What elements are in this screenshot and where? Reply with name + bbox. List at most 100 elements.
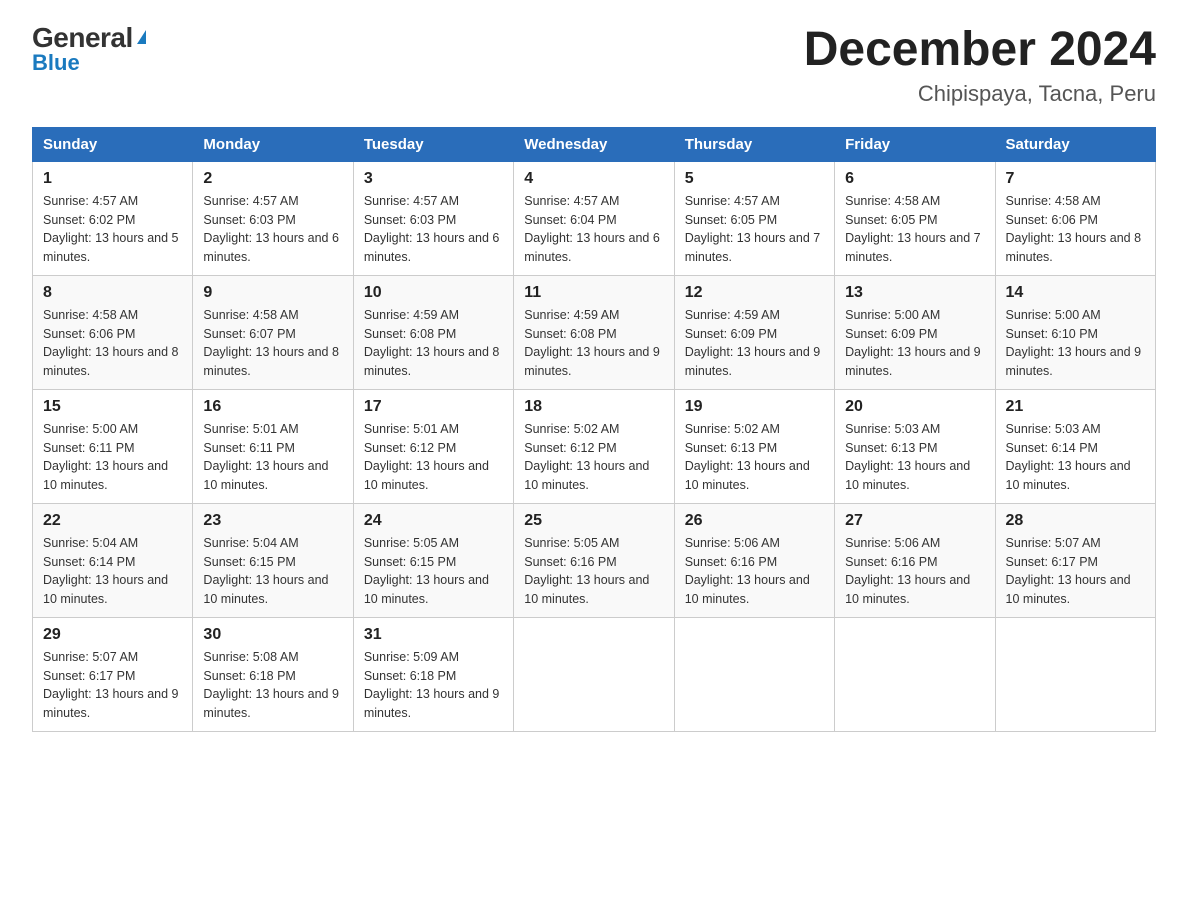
day-number: 2 [203,170,342,188]
table-row: 10 Sunrise: 4:59 AMSunset: 6:08 PMDaylig… [353,275,513,389]
day-info: Sunrise: 5:06 AMSunset: 6:16 PMDaylight:… [845,534,984,609]
day-info: Sunrise: 4:58 AMSunset: 6:06 PMDaylight:… [1006,192,1145,267]
table-row: 30 Sunrise: 5:08 AMSunset: 6:18 PMDaylig… [193,617,353,731]
day-number: 15 [43,398,182,416]
day-number: 14 [1006,284,1145,302]
day-info: Sunrise: 5:00 AMSunset: 6:10 PMDaylight:… [1006,306,1145,381]
calendar-week-row: 29 Sunrise: 5:07 AMSunset: 6:17 PMDaylig… [33,617,1156,731]
day-number: 23 [203,512,342,530]
table-row: 1 Sunrise: 4:57 AMSunset: 6:02 PMDayligh… [33,161,193,275]
day-number: 17 [364,398,503,416]
table-row: 3 Sunrise: 4:57 AMSunset: 6:03 PMDayligh… [353,161,513,275]
table-row: 14 Sunrise: 5:00 AMSunset: 6:10 PMDaylig… [995,275,1155,389]
day-number: 31 [364,626,503,644]
day-info: Sunrise: 5:01 AMSunset: 6:11 PMDaylight:… [203,420,342,495]
day-info: Sunrise: 5:07 AMSunset: 6:17 PMDaylight:… [1006,534,1145,609]
table-row: 4 Sunrise: 4:57 AMSunset: 6:04 PMDayligh… [514,161,674,275]
day-number: 13 [845,284,984,302]
col-friday: Friday [835,127,995,161]
day-number: 19 [685,398,824,416]
table-row [995,617,1155,731]
day-info: Sunrise: 5:07 AMSunset: 6:17 PMDaylight:… [43,648,182,723]
col-tuesday: Tuesday [353,127,513,161]
day-info: Sunrise: 4:57 AMSunset: 6:03 PMDaylight:… [364,192,503,267]
calendar-week-row: 1 Sunrise: 4:57 AMSunset: 6:02 PMDayligh… [33,161,1156,275]
table-row: 27 Sunrise: 5:06 AMSunset: 6:16 PMDaylig… [835,503,995,617]
table-row: 15 Sunrise: 5:00 AMSunset: 6:11 PMDaylig… [33,389,193,503]
day-info: Sunrise: 4:57 AMSunset: 6:03 PMDaylight:… [203,192,342,267]
table-row [674,617,834,731]
table-row: 23 Sunrise: 5:04 AMSunset: 6:15 PMDaylig… [193,503,353,617]
table-row: 29 Sunrise: 5:07 AMSunset: 6:17 PMDaylig… [33,617,193,731]
table-row: 8 Sunrise: 4:58 AMSunset: 6:06 PMDayligh… [33,275,193,389]
day-number: 7 [1006,170,1145,188]
day-number: 4 [524,170,663,188]
day-info: Sunrise: 5:03 AMSunset: 6:13 PMDaylight:… [845,420,984,495]
day-info: Sunrise: 4:58 AMSunset: 6:05 PMDaylight:… [845,192,984,267]
table-row: 11 Sunrise: 4:59 AMSunset: 6:08 PMDaylig… [514,275,674,389]
day-number: 29 [43,626,182,644]
day-number: 22 [43,512,182,530]
table-row: 20 Sunrise: 5:03 AMSunset: 6:13 PMDaylig… [835,389,995,503]
calendar-table: Sunday Monday Tuesday Wednesday Thursday… [32,127,1156,732]
table-row: 17 Sunrise: 5:01 AMSunset: 6:12 PMDaylig… [353,389,513,503]
day-info: Sunrise: 5:02 AMSunset: 6:12 PMDaylight:… [524,420,663,495]
location-title: Chipispaya, Tacna, Peru [804,81,1156,107]
logo-general-text: General [32,24,146,52]
day-info: Sunrise: 5:00 AMSunset: 6:11 PMDaylight:… [43,420,182,495]
day-number: 9 [203,284,342,302]
day-number: 12 [685,284,824,302]
col-monday: Monday [193,127,353,161]
day-info: Sunrise: 4:57 AMSunset: 6:05 PMDaylight:… [685,192,824,267]
table-row: 24 Sunrise: 5:05 AMSunset: 6:15 PMDaylig… [353,503,513,617]
day-info: Sunrise: 5:05 AMSunset: 6:16 PMDaylight:… [524,534,663,609]
day-number: 6 [845,170,984,188]
table-row: 22 Sunrise: 5:04 AMSunset: 6:14 PMDaylig… [33,503,193,617]
table-row: 26 Sunrise: 5:06 AMSunset: 6:16 PMDaylig… [674,503,834,617]
day-number: 3 [364,170,503,188]
day-number: 24 [364,512,503,530]
col-thursday: Thursday [674,127,834,161]
table-row: 2 Sunrise: 4:57 AMSunset: 6:03 PMDayligh… [193,161,353,275]
day-number: 25 [524,512,663,530]
logo: General Blue [32,24,146,76]
month-title: December 2024 [804,24,1156,77]
table-row: 28 Sunrise: 5:07 AMSunset: 6:17 PMDaylig… [995,503,1155,617]
day-info: Sunrise: 5:08 AMSunset: 6:18 PMDaylight:… [203,648,342,723]
table-row [835,617,995,731]
day-info: Sunrise: 4:59 AMSunset: 6:09 PMDaylight:… [685,306,824,381]
table-row: 31 Sunrise: 5:09 AMSunset: 6:18 PMDaylig… [353,617,513,731]
day-info: Sunrise: 4:59 AMSunset: 6:08 PMDaylight:… [364,306,503,381]
day-number: 10 [364,284,503,302]
table-row: 21 Sunrise: 5:03 AMSunset: 6:14 PMDaylig… [995,389,1155,503]
day-number: 16 [203,398,342,416]
day-number: 8 [43,284,182,302]
day-info: Sunrise: 5:02 AMSunset: 6:13 PMDaylight:… [685,420,824,495]
day-number: 1 [43,170,182,188]
table-row: 9 Sunrise: 4:58 AMSunset: 6:07 PMDayligh… [193,275,353,389]
table-row [514,617,674,731]
page-header: General Blue December 2024 Chipispaya, T… [32,24,1156,107]
table-row: 12 Sunrise: 4:59 AMSunset: 6:09 PMDaylig… [674,275,834,389]
table-row: 19 Sunrise: 5:02 AMSunset: 6:13 PMDaylig… [674,389,834,503]
day-info: Sunrise: 5:09 AMSunset: 6:18 PMDaylight:… [364,648,503,723]
table-row: 13 Sunrise: 5:00 AMSunset: 6:09 PMDaylig… [835,275,995,389]
table-row: 16 Sunrise: 5:01 AMSunset: 6:11 PMDaylig… [193,389,353,503]
day-info: Sunrise: 5:04 AMSunset: 6:14 PMDaylight:… [43,534,182,609]
day-number: 20 [845,398,984,416]
day-info: Sunrise: 4:57 AMSunset: 6:02 PMDaylight:… [43,192,182,267]
day-info: Sunrise: 4:58 AMSunset: 6:07 PMDaylight:… [203,306,342,381]
day-info: Sunrise: 4:57 AMSunset: 6:04 PMDaylight:… [524,192,663,267]
logo-triangle-icon [137,30,146,44]
table-row: 18 Sunrise: 5:02 AMSunset: 6:12 PMDaylig… [514,389,674,503]
table-row: 5 Sunrise: 4:57 AMSunset: 6:05 PMDayligh… [674,161,834,275]
day-info: Sunrise: 5:03 AMSunset: 6:14 PMDaylight:… [1006,420,1145,495]
day-number: 21 [1006,398,1145,416]
day-info: Sunrise: 5:01 AMSunset: 6:12 PMDaylight:… [364,420,503,495]
day-number: 26 [685,512,824,530]
day-number: 30 [203,626,342,644]
day-number: 18 [524,398,663,416]
day-info: Sunrise: 5:05 AMSunset: 6:15 PMDaylight:… [364,534,503,609]
calendar-week-row: 8 Sunrise: 4:58 AMSunset: 6:06 PMDayligh… [33,275,1156,389]
col-sunday: Sunday [33,127,193,161]
